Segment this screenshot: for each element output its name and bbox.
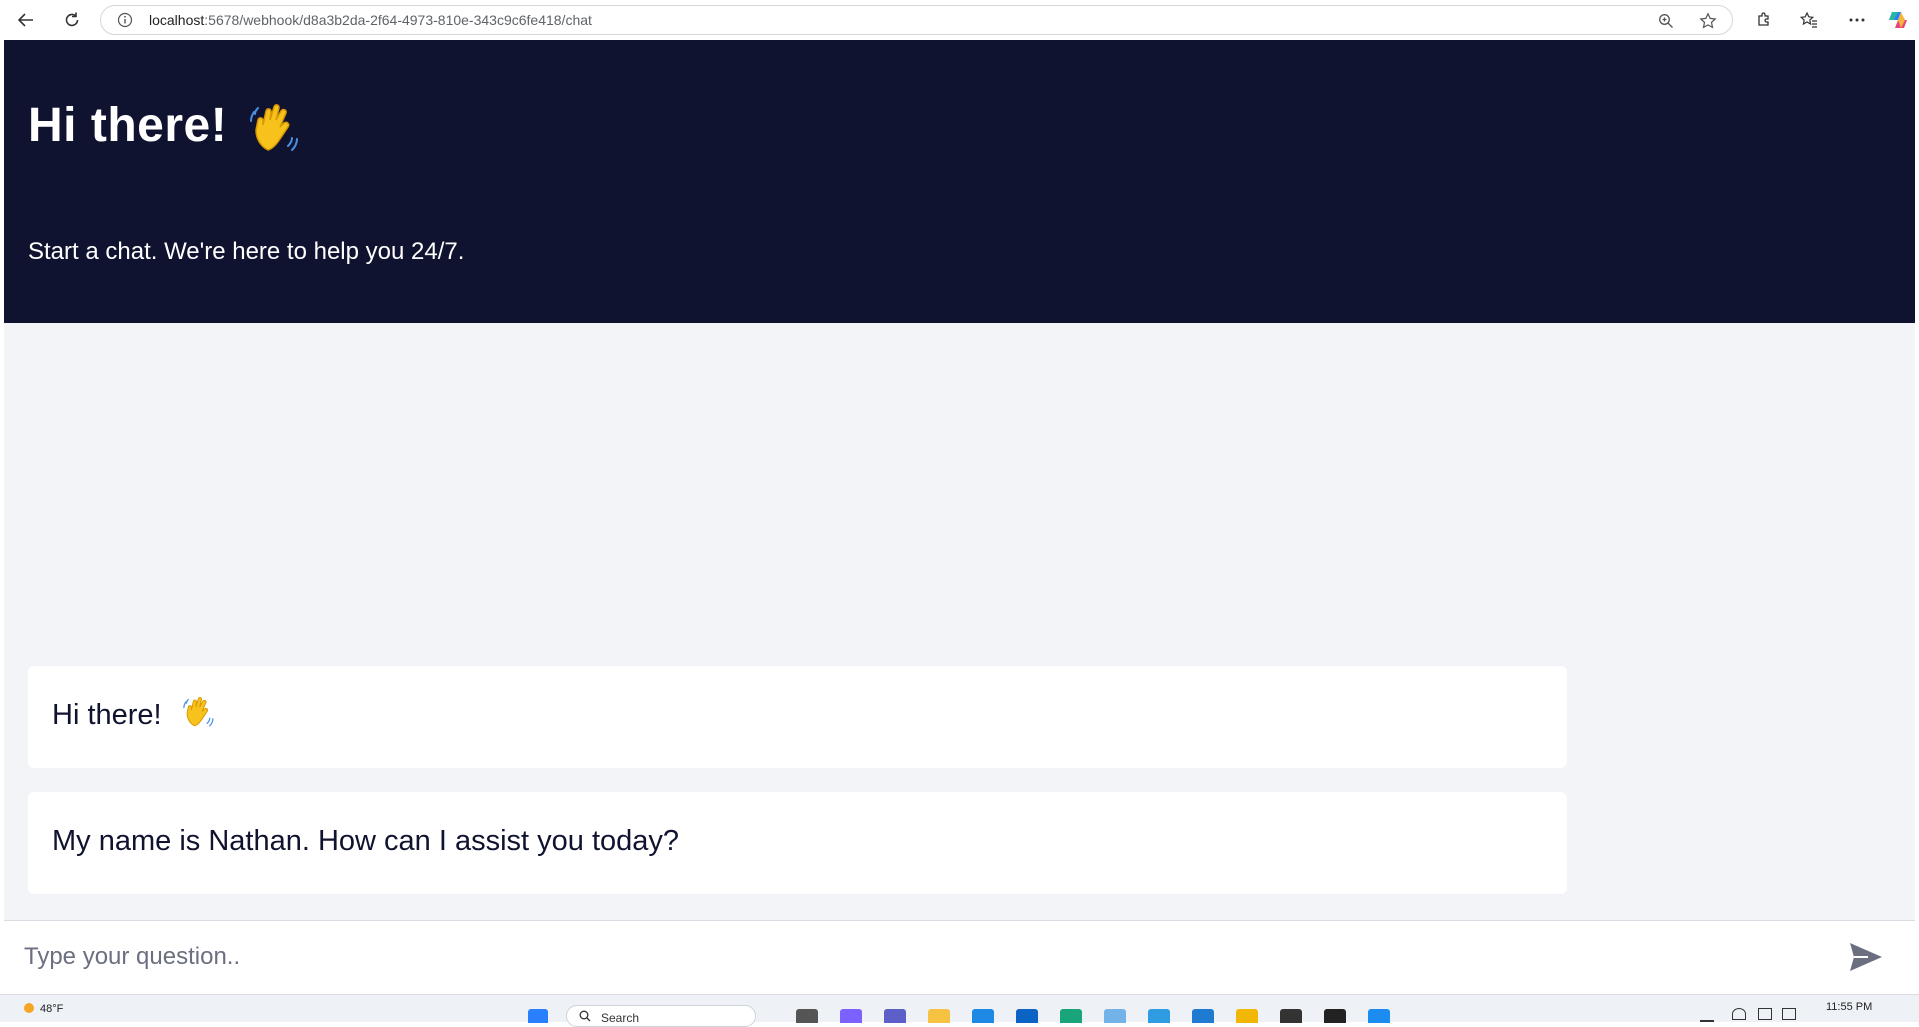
message-text: Hi there! bbox=[52, 699, 162, 731]
start-icon[interactable] bbox=[528, 1009, 548, 1023]
zoom-icon[interactable] bbox=[1655, 10, 1677, 32]
search-label: Search bbox=[601, 1011, 640, 1025]
chat-title: Hi there! bbox=[28, 99, 228, 152]
edge-icon[interactable] bbox=[1060, 1009, 1082, 1023]
teams-icon[interactable] bbox=[884, 1009, 906, 1023]
url-path: :5678/webhook/d8a3b2da-2f64-4973-810e-34… bbox=[204, 12, 592, 28]
copilot-icon[interactable] bbox=[1886, 8, 1910, 32]
search-icon bbox=[579, 1010, 591, 1022]
edge-dev-icon[interactable] bbox=[1148, 1009, 1170, 1023]
app-icon[interactable] bbox=[1280, 1009, 1302, 1023]
send-icon bbox=[1850, 943, 1882, 971]
battery-icon[interactable] bbox=[1782, 1008, 1796, 1020]
message-text: My name is Nathan. How can I assist you … bbox=[52, 825, 680, 857]
chat-input-bar bbox=[4, 920, 1915, 994]
chat-message: Hi there! bbox=[28, 666, 1567, 768]
chat-window: Hi there! Start a chat. We're here to he… bbox=[4, 40, 1915, 994]
file-explorer-icon[interactable] bbox=[928, 1009, 950, 1023]
vscode-icon[interactable] bbox=[1192, 1009, 1214, 1023]
chat-question-input[interactable] bbox=[24, 935, 1824, 979]
chat-subtitle: Start a chat. We're here to help you 24/… bbox=[28, 238, 465, 265]
info-icon[interactable] bbox=[117, 12, 133, 33]
address-bar[interactable]: localhost:5678/webhook/d8a3b2da-2f64-497… bbox=[100, 5, 1733, 35]
chat-header: Hi there! Start a chat. We're here to he… bbox=[4, 40, 1915, 323]
waving-hand-icon bbox=[182, 694, 216, 735]
weather-icon bbox=[24, 1003, 34, 1013]
back-icon[interactable] bbox=[12, 6, 40, 34]
taskbar-search[interactable]: Search bbox=[566, 1005, 756, 1027]
favorites-icon[interactable] bbox=[1797, 8, 1821, 32]
favorite-star-icon[interactable] bbox=[1697, 10, 1719, 32]
url-text: localhost:5678/webhook/d8a3b2da-2f64-497… bbox=[149, 12, 592, 28]
chrome-canary-icon[interactable] bbox=[1236, 1009, 1258, 1023]
task-view-icon[interactable] bbox=[796, 1009, 818, 1023]
url-host: localhost bbox=[149, 12, 205, 28]
temperature: 48°F bbox=[40, 1003, 64, 1015]
more-icon[interactable] bbox=[1845, 8, 1869, 32]
news-app-icon[interactable] bbox=[1016, 1009, 1038, 1023]
chat-message: My name is Nathan. How can I assist you … bbox=[28, 792, 1567, 894]
tray-chevron-icon[interactable] bbox=[1700, 1008, 1714, 1022]
volume-icon[interactable] bbox=[1758, 1008, 1772, 1020]
weather-widget[interactable]: 48°F bbox=[24, 1003, 63, 1015]
copilot-app-icon[interactable] bbox=[840, 1009, 862, 1023]
refresh-icon[interactable] bbox=[58, 6, 86, 34]
clock[interactable]: 11:55 PM bbox=[1826, 1001, 1872, 1013]
settings-app-icon[interactable] bbox=[1368, 1009, 1390, 1023]
waving-hand-icon bbox=[248, 100, 302, 161]
terminal-icon[interactable] bbox=[1324, 1009, 1346, 1023]
wifi-icon[interactable] bbox=[1732, 1008, 1746, 1020]
browser-toolbar: localhost:5678/webhook/d8a3b2da-2f64-497… bbox=[0, 0, 1919, 40]
send-button[interactable] bbox=[1846, 939, 1886, 975]
paint-icon[interactable] bbox=[1104, 1009, 1126, 1023]
extensions-icon[interactable] bbox=[1752, 8, 1776, 32]
store-icon[interactable] bbox=[972, 1009, 994, 1023]
os-taskbar: 48°F Search 11:55 PM bbox=[0, 994, 1919, 1027]
